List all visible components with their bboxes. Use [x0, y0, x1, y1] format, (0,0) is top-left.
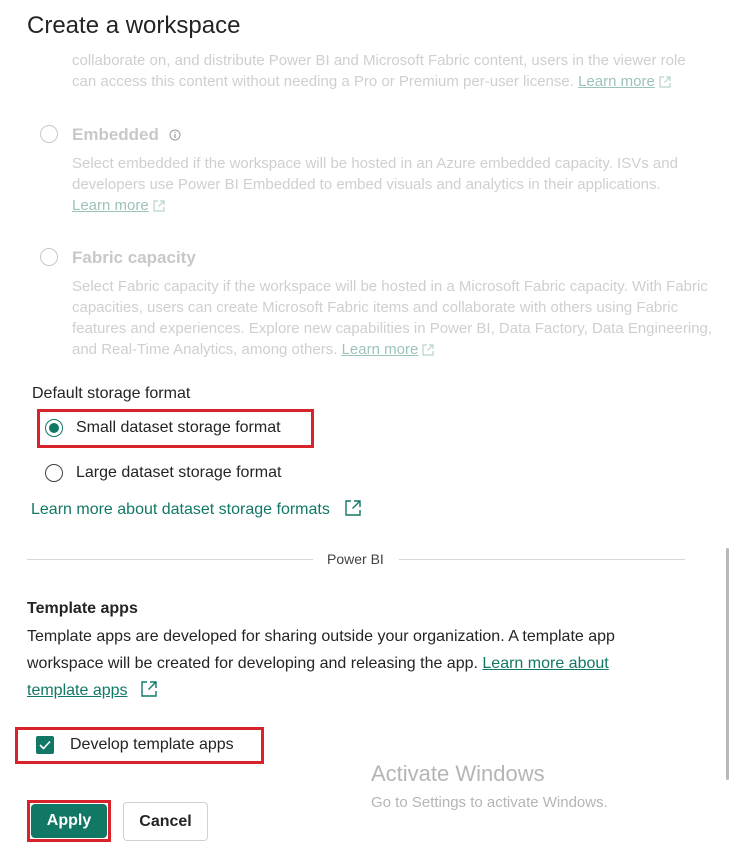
fabric-learn-more-link[interactable]: Learn more: [342, 341, 419, 358]
radio-selected-dot: [49, 423, 59, 433]
template-apps-learn-more-link[interactable]: Learn more about: [482, 655, 608, 672]
info-icon[interactable]: [169, 129, 181, 141]
small-storage-format-label: Small dataset storage format: [76, 419, 281, 436]
divider-label: Power BI: [327, 551, 384, 567]
checkmark-icon: [39, 740, 51, 750]
storage-learn-more-text: Learn more about dataset storage formats: [31, 501, 330, 518]
embedded-learn-more-link[interactable]: Learn more: [72, 197, 149, 214]
cancel-button[interactable]: Cancel: [123, 802, 208, 841]
fabric-capacity-label: Fabric capacity: [72, 248, 196, 267]
activate-windows-title: Activate Windows: [371, 761, 545, 786]
template-apps-link[interactable]: template apps: [27, 682, 128, 699]
template-apps-heading: Template apps: [27, 600, 138, 617]
activate-windows-subtitle: Go to Settings to activate Windows.: [371, 794, 608, 811]
fabric-capacity-description: Select Fabric capacity if the workspace …: [72, 276, 712, 360]
external-link-icon: [659, 76, 671, 88]
template-apps-description: Template apps are developed for sharing …: [27, 623, 615, 704]
fabric-description-line1: Select Fabric capacity if the workspace …: [72, 278, 708, 295]
fabric-capacity-radio[interactable]: [40, 248, 58, 266]
viewer-description-line2: can access this content without needing …: [72, 73, 574, 90]
fabric-description-line2: capacities, users can create Microsoft F…: [72, 299, 679, 316]
storage-format-heading: Default storage format: [32, 385, 191, 402]
external-link-icon: [345, 500, 361, 516]
fabric-description-line3: features and experiences. Explore new ca…: [72, 320, 713, 337]
divider-left: [27, 559, 313, 560]
large-storage-format-label: Large dataset storage format: [76, 464, 282, 481]
embedded-description-line1: Select embedded if the workspace will be…: [72, 155, 678, 172]
develop-template-apps-label: Develop template apps: [70, 736, 234, 753]
external-link-icon: [153, 200, 165, 212]
external-link-icon: [141, 681, 157, 697]
embedded-radio[interactable]: [40, 125, 58, 143]
template-apps-line1: Template apps are developed for sharing …: [27, 628, 615, 645]
embedded-description: Select embedded if the workspace will be…: [72, 153, 678, 216]
storage-learn-more-link[interactable]: Learn more about dataset storage formats: [31, 499, 362, 519]
external-link-icon: [422, 344, 435, 356]
dialog-title: Create a workspace: [27, 12, 241, 39]
template-apps-line2: workspace will be created for developing…: [27, 655, 478, 672]
viewer-description-line1: collaborate on, and distribute Power BI …: [72, 52, 686, 69]
large-storage-format-radio[interactable]: [45, 464, 63, 482]
develop-template-apps-checkbox[interactable]: [36, 736, 54, 754]
divider-right: [399, 559, 685, 560]
viewer-description: collaborate on, and distribute Power BI …: [72, 50, 686, 92]
scrollbar-thumb[interactable]: [726, 548, 729, 780]
small-storage-format-radio[interactable]: [45, 419, 63, 437]
apply-button[interactable]: Apply: [31, 804, 107, 838]
embedded-label: Embedded: [72, 125, 159, 144]
fabric-description-line4: and Real-Time Analytics, among others.: [72, 341, 338, 358]
viewer-learn-more-link[interactable]: Learn more: [578, 73, 655, 90]
embedded-description-line2: developers use Power BI Embedded to embe…: [72, 176, 661, 193]
